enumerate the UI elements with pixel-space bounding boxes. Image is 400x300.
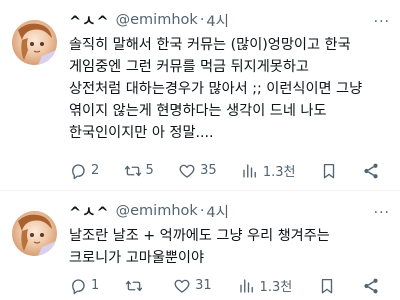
tweet-text: 날조란 날조 + 억까에도 그냥 우리 챙겨주는 크로니가 고마울뿐이야 — [69, 228, 330, 266]
avatar[interactable] — [12, 20, 57, 65]
retweet-count: 5 — [145, 163, 154, 178]
bookmark-button[interactable] — [318, 277, 336, 295]
view-count: 1.3천 — [262, 165, 296, 180]
like-icon — [179, 164, 195, 178]
reply-button[interactable]: 2 — [69, 162, 99, 180]
share-button[interactable] — [362, 277, 380, 295]
share-icon — [364, 163, 378, 178]
views-icon — [239, 278, 253, 293]
bookmark-button[interactable] — [320, 162, 338, 180]
tweet-actions: 2 5 35 1.3천 — [69, 161, 380, 180]
share-icon — [364, 278, 378, 293]
tweet[interactable]: ^ㅅ^ @emimhok · 4시 솔직히 말해서 한국 커뮤는 (많이)엉망이… — [0, 0, 400, 191]
user-handle[interactable]: @emimhok — [116, 203, 198, 219]
separator-dot: · — [199, 12, 205, 28]
like-icon — [174, 279, 190, 293]
timestamp[interactable]: 4시 — [206, 10, 229, 31]
reply-button[interactable]: 1 — [69, 277, 99, 295]
bookmark-icon — [321, 278, 333, 293]
more-options-icon[interactable]: ··· — [374, 14, 390, 30]
bookmark-icon — [323, 163, 334, 178]
tweet[interactable]: ^ㅅ^ @emimhok · 4시 날조란 날조 + 억까에도 그냥 우리 챙겨… — [0, 191, 400, 300]
avatar[interactable] — [12, 211, 57, 256]
views-button[interactable]: 1.3천 — [238, 276, 293, 295]
share-button[interactable] — [362, 162, 380, 180]
retweet-button[interactable] — [125, 277, 147, 295]
reply-count: 1 — [91, 278, 100, 293]
display-name[interactable]: ^ㅅ^ — [69, 10, 110, 31]
retweet-button[interactable]: 5 — [124, 162, 154, 180]
reply-count: 2 — [91, 163, 100, 178]
more-options-icon[interactable]: ··· — [374, 205, 390, 221]
like-button[interactable]: 35 — [178, 162, 217, 180]
user-handle[interactable]: @emimhok — [116, 12, 198, 28]
views-button[interactable]: 1.3천 — [241, 161, 296, 180]
display-name[interactable]: ^ㅅ^ — [69, 201, 110, 222]
reply-icon — [72, 278, 85, 294]
view-count: 1.3천 — [259, 280, 293, 295]
like-count: 31 — [195, 278, 212, 293]
timestamp[interactable]: 4시 — [206, 201, 229, 222]
timeline: ^ㅅ^ @emimhok · 4시 솔직히 말해서 한국 커뮤는 (많이)엉망이… — [0, 0, 400, 300]
views-icon — [243, 163, 256, 178]
retweet-icon — [124, 165, 141, 176]
reply-icon — [72, 163, 85, 179]
like-button[interactable]: 31 — [173, 277, 212, 295]
tweet-actions: 1 31 1.3천 — [69, 276, 380, 295]
retweet-icon — [126, 280, 143, 291]
like-count: 35 — [200, 163, 217, 178]
separator-dot: · — [199, 203, 205, 219]
tweet-text: 솔직히 말해서 한국 커뮤는 (많이)엉망이고 한국 게임중엔 그런 커뮤를 먹… — [69, 37, 363, 141]
